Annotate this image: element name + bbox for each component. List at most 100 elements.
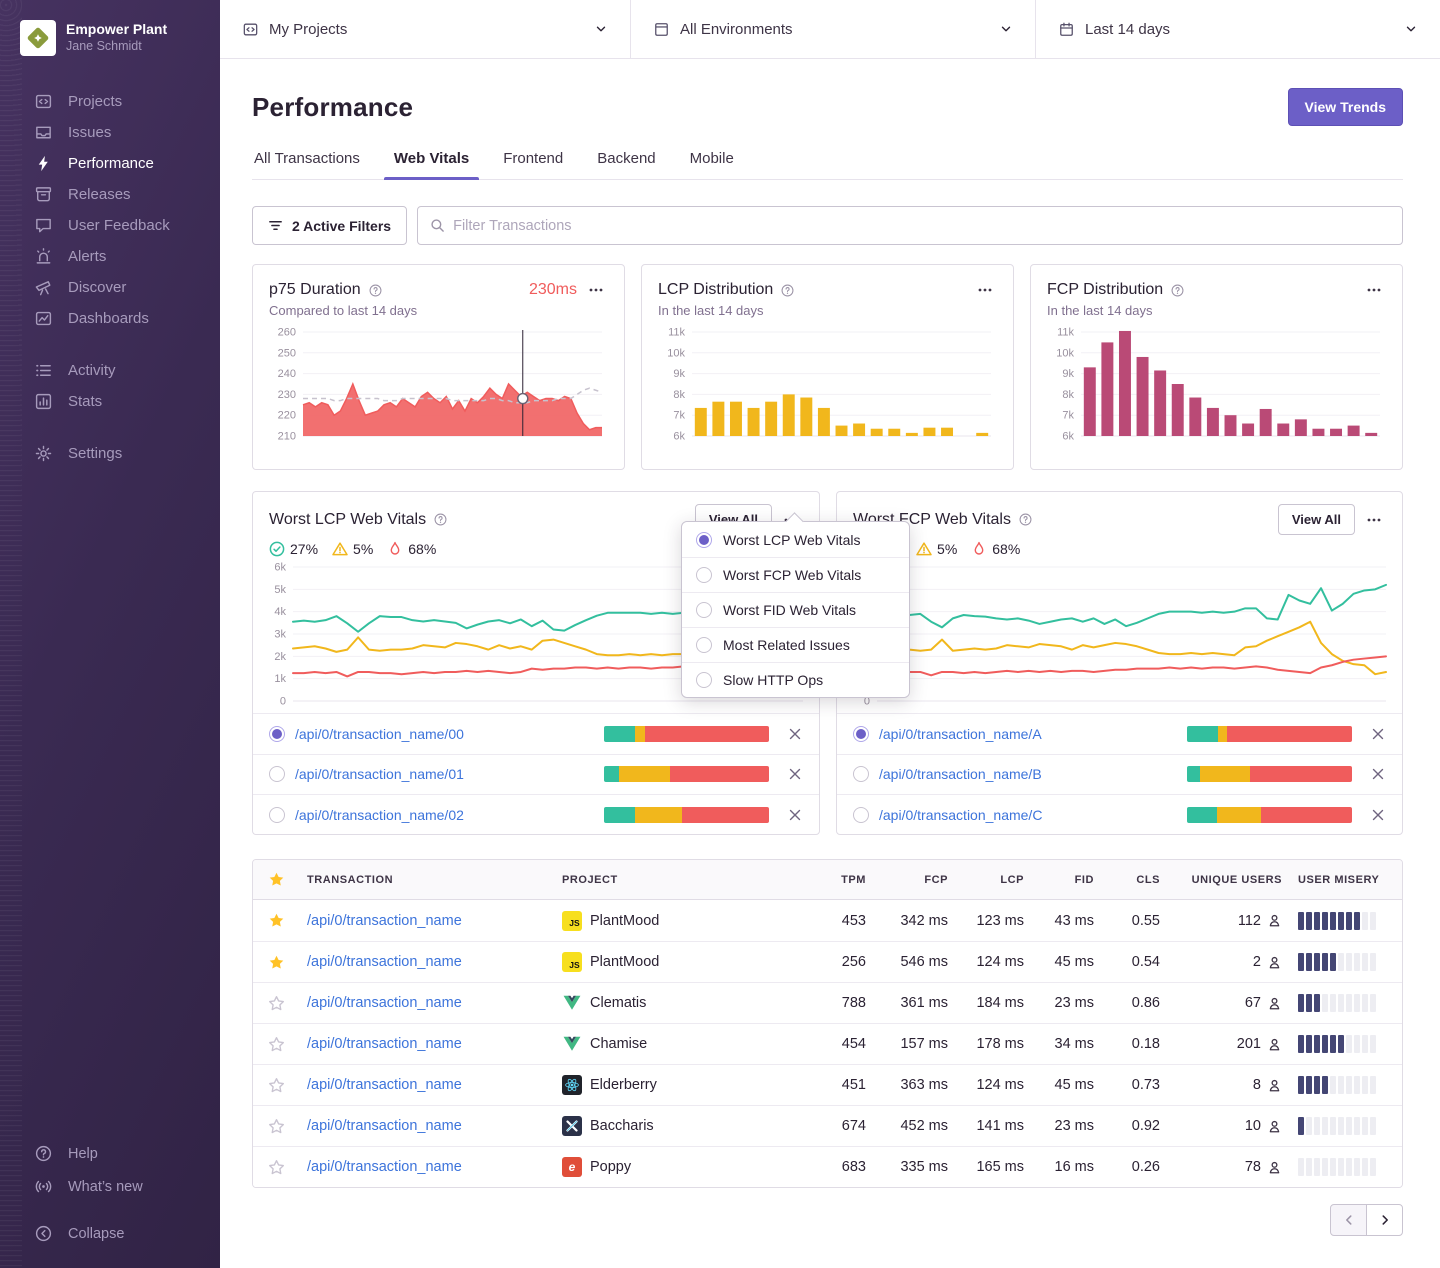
star-outline-icon[interactable]: [253, 1159, 299, 1176]
menu-option-radio[interactable]: [696, 672, 712, 688]
view-trends-button[interactable]: View Trends: [1288, 88, 1403, 126]
all-environments-dropdown[interactable]: All Environments: [630, 0, 1035, 58]
menu-option-radio[interactable]: [696, 532, 712, 548]
transaction-radio[interactable]: [269, 807, 285, 823]
menu-option-slow-http-ops[interactable]: Slow HTTP Ops: [682, 662, 909, 697]
sidebar-item-releases[interactable]: Releases: [0, 179, 220, 210]
sidebar-item-what-s-new[interactable]: What’s new: [0, 1170, 220, 1203]
close-icon[interactable]: [1370, 807, 1386, 823]
my-projects-dropdown[interactable]: My Projects: [220, 0, 630, 58]
transaction-link[interactable]: /api/0/transaction_name/B: [879, 766, 1177, 782]
transaction-link[interactable]: /api/0/transaction_name/C: [879, 807, 1177, 823]
sidebar-item-collapse[interactable]: Collapse: [0, 1217, 220, 1250]
help-icon[interactable]: [368, 283, 383, 298]
sidebar-item-alerts[interactable]: Alerts: [0, 241, 220, 272]
transaction-cell: /api/0/transaction_name: [299, 995, 554, 1011]
sidebar-item-stats[interactable]: Stats: [0, 386, 220, 417]
tab-backend[interactable]: Backend: [595, 150, 657, 179]
transactions-table: TRANSACTIONPROJECTTPMFCPLCPFIDCLSUNIQUE …: [252, 859, 1403, 1188]
tab-all-transactions[interactable]: All Transactions: [252, 150, 362, 179]
menu-option-worst-lcp-web-vitals[interactable]: Worst LCP Web Vitals: [682, 522, 909, 557]
transaction-radio[interactable]: [853, 766, 869, 782]
menu-option-most-related-issues[interactable]: Most Related Issues: [682, 627, 909, 662]
flame-icon: [971, 541, 987, 557]
transaction-radio[interactable]: [853, 726, 869, 742]
transaction-link[interactable]: /api/0/transaction_name: [307, 954, 462, 970]
sidebar-item-activity[interactable]: Activity: [0, 355, 220, 386]
previous-page-button[interactable]: [1330, 1204, 1367, 1236]
transaction-link[interactable]: /api/0/transaction_name: [307, 913, 462, 929]
transaction-link[interactable]: /api/0/transaction_name: [307, 1036, 462, 1052]
help-icon[interactable]: [1018, 512, 1033, 527]
table-header-row: TRANSACTIONPROJECTTPMFCPLCPFIDCLSUNIQUE …: [253, 860, 1402, 900]
menu-option-worst-fid-web-vitals[interactable]: Worst FID Web Vitals: [682, 592, 909, 627]
worst-fcp-more-button[interactable]: [1362, 510, 1386, 530]
worst-fcp-view-all-button[interactable]: View All: [1278, 504, 1355, 535]
search-input[interactable]: [453, 218, 1390, 234]
menu-option-worst-fcp-web-vitals[interactable]: Worst FCP Web Vitals: [682, 557, 909, 592]
svg-text:250: 250: [278, 347, 296, 359]
tpm-value: 453: [802, 913, 874, 929]
dropdown-label: Last 14 days: [1085, 21, 1394, 38]
sidebar-item-settings[interactable]: Settings: [0, 438, 220, 469]
tab-frontend[interactable]: Frontend: [501, 150, 565, 179]
star-filled-icon[interactable]: [253, 912, 299, 929]
sidebar-item-help[interactable]: Help: [0, 1137, 220, 1170]
svg-text:0: 0: [280, 696, 286, 708]
column-header-lcp: LCP: [956, 874, 1032, 886]
help-icon[interactable]: [1170, 283, 1185, 298]
svg-text:210: 210: [278, 431, 296, 443]
lcp-dist-more-button[interactable]: [973, 280, 997, 300]
sidebar-item-projects[interactable]: Projects: [0, 86, 220, 117]
star-outline-icon[interactable]: [253, 995, 299, 1012]
menu-option-radio[interactable]: [696, 637, 712, 653]
p75-more-button[interactable]: [584, 280, 608, 300]
transaction-link[interactable]: /api/0/transaction_name: [307, 1159, 462, 1175]
transaction-radio[interactable]: [269, 726, 285, 742]
transaction-link[interactable]: /api/0/transaction_name/A: [879, 726, 1177, 742]
close-icon[interactable]: [787, 807, 803, 823]
sidebar-item-discover[interactable]: Discover: [0, 272, 220, 303]
fcp-dist-more-button[interactable]: [1362, 280, 1386, 300]
menu-option-radio[interactable]: [696, 602, 712, 618]
transaction-link[interactable]: /api/0/transaction_name/02: [295, 807, 594, 823]
fcp-transaction-row: /api/0/transaction_name/C: [837, 794, 1402, 835]
tab-mobile[interactable]: Mobile: [688, 150, 736, 179]
last-14-days-dropdown[interactable]: Last 14 days: [1035, 0, 1440, 58]
transaction-link[interactable]: /api/0/transaction_name: [307, 1118, 462, 1134]
person-icon: [1267, 1037, 1282, 1052]
star-filled-icon[interactable]: [253, 954, 299, 971]
help-icon[interactable]: [780, 283, 795, 298]
close-icon[interactable]: [787, 766, 803, 782]
transaction-radio[interactable]: [853, 807, 869, 823]
star-outline-icon[interactable]: [253, 1077, 299, 1094]
fid-value: 23 ms: [1032, 995, 1102, 1011]
svg-text:10k: 10k: [667, 347, 685, 359]
whats-new-icon: [34, 1177, 53, 1196]
project-js-icon: JS: [562, 952, 582, 972]
transaction-cell: /api/0/transaction_name: [299, 1118, 554, 1134]
sidebar-item-dashboards[interactable]: Dashboards: [0, 303, 220, 334]
help-icon[interactable]: [433, 512, 448, 527]
svg-text:1k: 1k: [274, 673, 286, 685]
tab-web-vitals[interactable]: Web Vitals: [392, 150, 471, 179]
org-logo-icon: [20, 20, 56, 56]
transaction-link[interactable]: /api/0/transaction_name/00: [295, 726, 594, 742]
org-switcher[interactable]: Empower Plant Jane Schmidt: [0, 14, 220, 62]
transaction-link[interactable]: /api/0/transaction_name/01: [295, 766, 594, 782]
transaction-link[interactable]: /api/0/transaction_name: [307, 995, 462, 1011]
close-icon[interactable]: [1370, 726, 1386, 742]
menu-option-radio[interactable]: [696, 567, 712, 583]
sidebar-item-issues[interactable]: Issues: [0, 117, 220, 148]
svg-text:10k: 10k: [1056, 347, 1074, 359]
sidebar-item-user-feedback[interactable]: User Feedback: [0, 210, 220, 241]
active-filters-button[interactable]: 2 Active Filters: [252, 206, 407, 245]
transaction-radio[interactable]: [269, 766, 285, 782]
star-outline-icon[interactable]: [253, 1118, 299, 1135]
close-icon[interactable]: [1370, 766, 1386, 782]
sidebar-item-performance[interactable]: Performance: [0, 148, 220, 179]
close-icon[interactable]: [787, 726, 803, 742]
next-page-button[interactable]: [1366, 1204, 1403, 1236]
transaction-link[interactable]: /api/0/transaction_name: [307, 1077, 462, 1093]
star-outline-icon[interactable]: [253, 1036, 299, 1053]
